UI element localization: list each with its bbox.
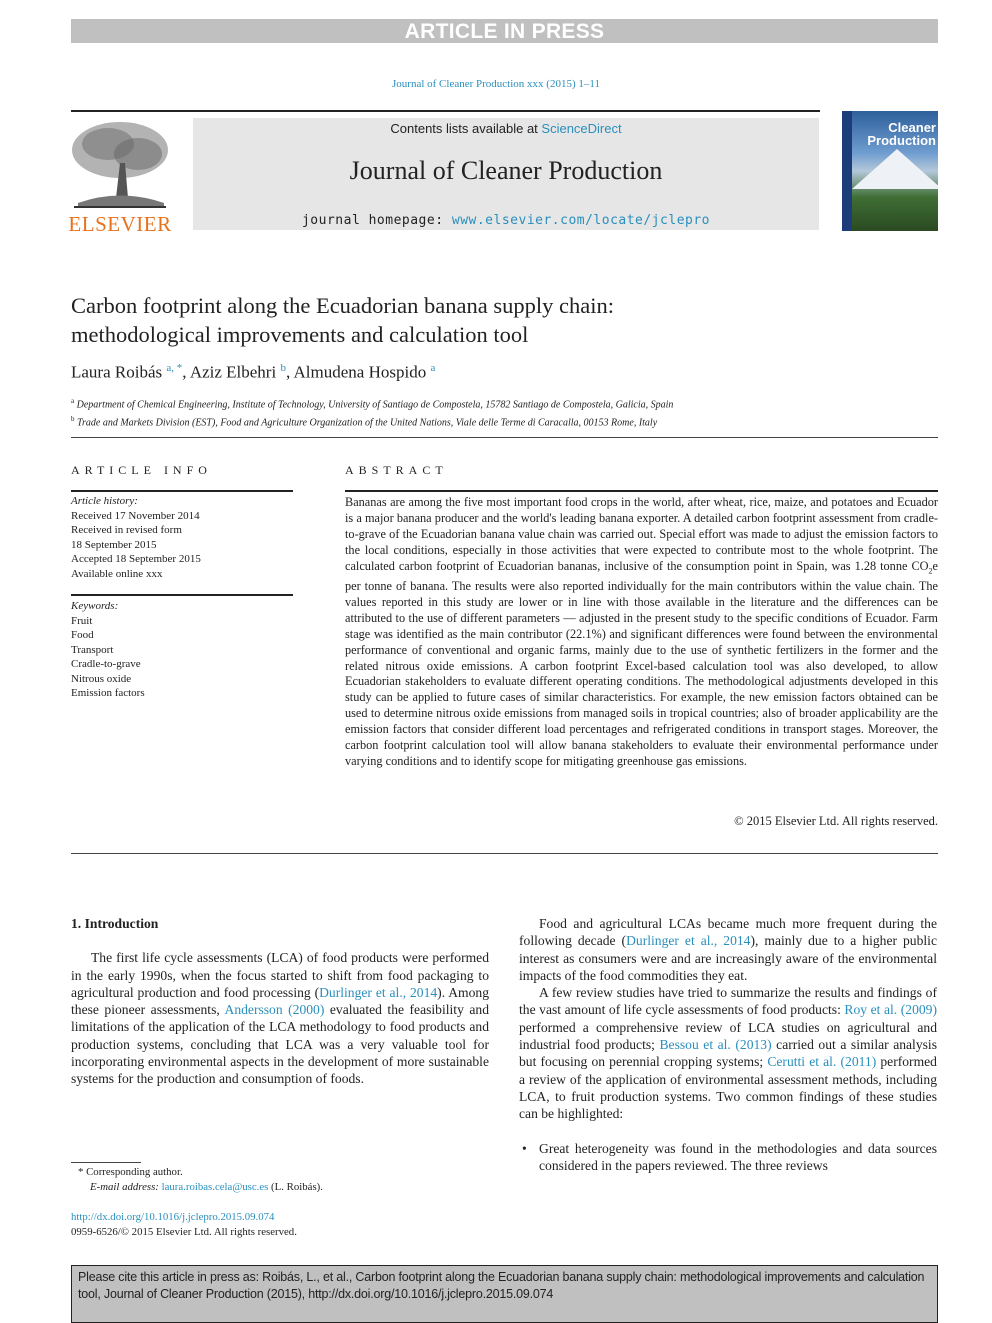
journal-cover-image[interactable]: Cleaner Production — [842, 111, 938, 231]
elsevier-logo[interactable]: ELSEVIER — [68, 118, 172, 236]
contents-line: Contents lists available at ScienceDirec… — [193, 121, 819, 136]
reference-link[interactable]: Andersson (2000) — [225, 1002, 325, 1017]
email-line: E-mail address: laura.roibas.cela@usc.es… — [90, 1181, 323, 1193]
citation-box: Please cite this article in press as: Ro… — [71, 1265, 938, 1323]
history-item: 18 September 2015 — [71, 538, 157, 551]
author-name[interactable]: Laura Roibás — [71, 363, 162, 382]
history-item: Available online xxx — [71, 567, 163, 580]
article-in-press-banner: ARTICLE IN PRESS — [71, 19, 938, 43]
article-history: Article history: Received 17 November 20… — [71, 494, 293, 581]
article-title: Carbon footprint along the Ecuadorian ba… — [71, 293, 614, 347]
sciencedirect-link[interactable]: ScienceDirect — [541, 121, 621, 136]
author-list: Laura Roibás a, *, Aziz Elbehri b, Almud… — [71, 362, 436, 382]
divider — [71, 594, 293, 596]
article-info-heading: ARTICLE INFO — [71, 463, 212, 477]
body-left-column: 1. Introduction The first life cycle ass… — [71, 915, 489, 1088]
history-item: Received 17 November 2014 — [71, 509, 200, 522]
author-affil-sup[interactable]: a — [430, 362, 435, 374]
reference-link[interactable]: Durlinger et al., 2014 — [626, 933, 750, 948]
keyword: Fruit — [71, 614, 93, 627]
keyword: Food — [71, 629, 94, 641]
affiliation: b Trade and Markets Division (EST), Food… — [71, 415, 658, 429]
journal-name: Journal of Cleaner Production — [349, 156, 663, 185]
paragraph: The first life cycle assessments (LCA) o… — [71, 950, 489, 1087]
journal-homepage-link[interactable]: www.elsevier.com/locate/jclepro — [452, 213, 710, 228]
abstract-heading: ABSTRACT — [345, 463, 448, 477]
keyword: Nitrous oxide — [71, 672, 132, 685]
reference-link[interactable]: Roy et al. (2009) — [844, 1002, 937, 1017]
author-name[interactable]: Aziz Elbehri — [190, 363, 276, 382]
reference-link[interactable]: Cerutti et al. (2011) — [767, 1054, 876, 1069]
divider — [71, 853, 938, 854]
author-affil-sup[interactable]: b — [280, 362, 286, 374]
cover-mountain — [852, 149, 938, 189]
divider — [71, 437, 938, 438]
abstract-text: Bananas are among the five most importan… — [345, 495, 938, 768]
email-link[interactable]: laura.roibas.cela@usc.es — [162, 1181, 269, 1193]
affiliation: a Department of Chemical Engineering, In… — [71, 397, 674, 411]
journal-masthead: Contents lists available at ScienceDirec… — [193, 118, 819, 230]
keyword: Transport — [71, 643, 114, 656]
keywords: Keywords: Fruit Food Transport Cradle-to… — [71, 599, 293, 701]
history-label: Article history: — [71, 495, 138, 507]
corresponding-author-note: * Corresponding author. E-mail address: … — [78, 1165, 498, 1195]
running-head[interactable]: Journal of Cleaner Production xxx (2015)… — [0, 78, 992, 90]
cover-title: Cleaner Production — [867, 120, 936, 148]
paragraph: A few review studies have tried to summa… — [519, 985, 937, 1122]
reference-link[interactable]: Bessou et al. (2013) — [659, 1037, 771, 1052]
corresponding-label: * Corresponding author. — [78, 1166, 183, 1178]
cover-stripe — [842, 111, 852, 231]
citation-text: Please cite this article in press as: Ro… — [78, 1270, 925, 1301]
keyword: Emission factors — [71, 687, 145, 699]
homepage-prefix: journal homepage: — [301, 213, 452, 228]
doi-link[interactable]: http://dx.doi.org/10.1016/j.jclepro.2015… — [71, 1211, 274, 1223]
bullet-item: Great heterogeneity was found in the met… — [519, 1140, 937, 1175]
history-item: Received in revised form — [71, 524, 182, 536]
keywords-label: Keywords: — [71, 600, 119, 612]
paragraph: Food and agricultural LCAs became much m… — [519, 916, 937, 983]
affiliations: a Department of Chemical Engineering, In… — [71, 394, 931, 431]
reference-link[interactable]: Durlinger et al., 2014 — [319, 985, 437, 1000]
history-item: Accepted 18 September 2015 — [71, 553, 201, 565]
section-heading: 1. Introduction — [71, 916, 159, 931]
author-affil-sup[interactable]: a, * — [166, 362, 182, 374]
keyword: Cradle-to-grave — [71, 658, 141, 670]
elsevier-wordmark: ELSEVIER — [68, 212, 172, 236]
elsevier-tree-icon — [68, 118, 172, 210]
header-rule — [71, 110, 820, 112]
divider — [345, 490, 938, 492]
body-right-column: Food and agricultural LCAs became much m… — [519, 915, 937, 1174]
homepage-line: journal homepage: www.elsevier.com/locat… — [193, 213, 819, 228]
author-name[interactable]: Almudena Hospido — [294, 363, 427, 382]
doi-block: http://dx.doi.org/10.1016/j.jclepro.2015… — [71, 1210, 491, 1240]
abstract-copyright: © 2015 Elsevier Ltd. All rights reserved… — [734, 814, 938, 828]
contents-prefix: Contents lists available at — [390, 121, 542, 136]
journal-issue-link[interactable]: Journal of Cleaner Production xxx (2015)… — [392, 78, 600, 90]
issn-line: 0959-6526/© 2015 Elsevier Ltd. All right… — [71, 1226, 297, 1238]
footnote-rule — [71, 1162, 141, 1163]
divider — [71, 490, 293, 492]
